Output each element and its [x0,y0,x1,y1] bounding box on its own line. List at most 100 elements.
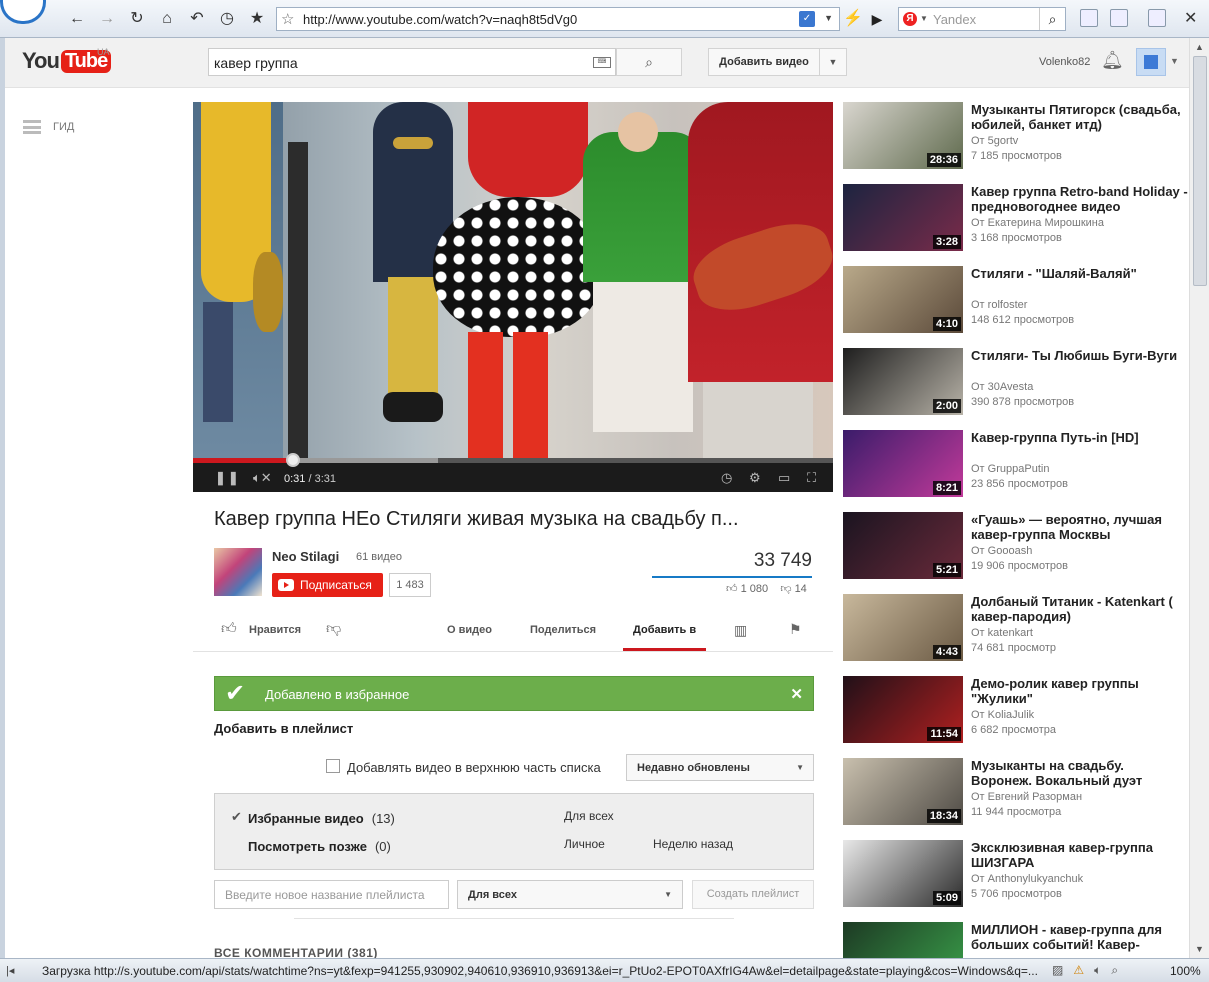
related-video-title[interactable]: Долбаный Титаник - Katenkart ( кавер-пар… [971,594,1188,624]
related-video-item[interactable]: 2:00 Стиляги- Ты Любишь Буги-Вуги От 30Ave… [843,348,1188,418]
related-video-title[interactable]: Демо-ролик кавер группы "Жулики" [971,676,1188,706]
video-thumbnail[interactable]: 4:10 [843,266,963,333]
thumbs-down-icon[interactable]: 👎︎ [326,620,341,638]
speaker-icon[interactable]: 🔈︎ [1094,963,1101,977]
related-video-title[interactable]: «Гуашь» — вероятно, лучшая кавер-группа … [971,512,1188,542]
scroll-up-icon[interactable]: ▲ [1195,42,1204,52]
translate-icon[interactable] [1148,9,1166,27]
progress-knob[interactable] [286,453,300,467]
scrollbar-thumb[interactable] [1193,56,1207,286]
undo-icon[interactable]: ↶ [186,8,208,30]
related-video-item[interactable]: 5:21 «Гуашь» — вероятно, лучшая кавер-гру… [843,512,1188,582]
video-thumbnail[interactable]: 3:28 [843,184,963,251]
search-input[interactable]: кавер группа ⌨ [208,48,616,76]
new-playlist-input[interactable]: Введите новое название плейлиста [214,880,449,909]
channel-name[interactable]: Neo Stilagi [272,549,339,564]
create-playlist-button[interactable]: Создать плейлист [692,880,814,909]
video-thumbnail[interactable]: 11:54 [843,676,963,743]
video-thumbnail[interactable]: 8:21 [843,430,963,497]
related-video-title[interactable]: Стиляги - "Шаляй-Валяй" [971,266,1188,281]
bell-icon[interactable]: 🔔︎ [1101,50,1124,71]
edit-icon[interactable] [1080,9,1098,27]
mute-icon[interactable]: 🔈︎✕ [253,470,272,486]
bolt-icon[interactable]: ⚡ [842,8,864,30]
video-frame[interactable] [193,102,833,460]
related-video-title[interactable]: Музыканты Пятигорск (свадьба, юбилей, ба… [971,102,1188,132]
related-video-title[interactable]: Стиляги- Ты Любишь Буги-Вуги [971,348,1188,363]
guide-button[interactable]: ГИД [23,118,74,136]
go-icon[interactable]: ▶ [866,8,888,30]
pause-icon[interactable]: ❚❚ [215,470,241,486]
theater-mode-icon[interactable]: ▭ [778,470,790,486]
zoom-level[interactable]: 100% [1170,964,1201,978]
chevron-down-icon[interactable]: ▼ [824,13,833,23]
bookmarks-icon[interactable]: ★ [246,8,268,30]
video-thumbnail[interactable]: 28:36 [843,102,963,169]
tab-add-to[interactable]: Добавить в [633,624,696,636]
sort-select[interactable]: Недавно обновлены ▼ [626,754,814,781]
related-video-item[interactable]: 18:34 Музыканты на свадьбу. Воронеж. Вока… [843,758,1188,828]
search-button[interactable]: ⌕ [616,48,682,76]
subscribe-button[interactable]: Подписаться [272,573,383,597]
video-thumbnail[interactable]: 5:21 [843,512,963,579]
chevron-down-icon[interactable]: ▼ [920,14,928,23]
refresh-icon[interactable]: ↻ [126,8,148,30]
warning-icon[interactable]: ⚠ [1073,963,1084,977]
tab-share[interactable]: Поделиться [530,624,596,636]
related-video-title[interactable]: Кавер-группа Путь-in [HD] [971,430,1188,445]
chevron-down-icon[interactable]: ▼ [1170,56,1179,66]
username[interactable]: Volenko82 [1039,56,1090,68]
related-video-title[interactable]: Эксклюзивная кавер-группа ШИЗГАРА [971,840,1188,870]
yandex-input[interactable]: Yandex [933,12,976,27]
screenshot-icon[interactable] [1110,9,1128,27]
search-icon[interactable]: ⌕ [1039,8,1065,30]
shield-icon[interactable]: ✓ [799,11,815,27]
address-text[interactable]: http://www.youtube.com/watch?v=naqh8t5dV… [303,12,577,27]
search-value[interactable]: кавер группа [214,55,298,71]
channel-avatar[interactable] [214,548,262,596]
add-to-top-label[interactable]: Добавлять видео в верхнюю часть списка [347,760,601,775]
gear-icon[interactable]: ⚙ [749,470,761,486]
related-video-title[interactable]: Музыканты на свадьбу. Воронеж. Вокальный… [971,758,1188,788]
scroll-down-icon[interactable]: ▼ [1195,944,1204,954]
related-video-item[interactable]: 4:43 Долбаный Титаник - Katenkart ( кавер… [843,594,1188,664]
stats-icon[interactable]: ▥ [734,622,747,639]
related-video-item[interactable]: 4:10 Стиляги - "Шаляй-Валяй" От rolfoster 1… [843,266,1188,336]
chevron-down-icon[interactable]: ▼ [819,48,847,76]
avatar[interactable] [1136,48,1166,76]
browser-menu-button[interactable] [0,0,46,24]
back-icon[interactable]: ← [66,8,88,30]
fullscreen-icon[interactable]: ⛶ [807,470,816,486]
flag-icon[interactable]: ⚑ [789,621,802,638]
watch-later-icon[interactable]: ◷ [721,470,732,486]
close-icon[interactable]: ✕ [1184,8,1197,28]
tab-about[interactable]: О видео [447,624,492,636]
like-button[interactable]: Нравится [249,624,301,636]
related-video-item[interactable]: 8:21 Кавер-группа Путь-in [HD] От GruppaPu… [843,430,1188,500]
new-playlist-privacy-select[interactable]: Для всех ▼ [457,880,683,909]
video-player[interactable]: ❚❚ 🔈︎✕ 0:31 / 3:31 ◷ ⚙ ▭ ⛶ [193,102,833,492]
related-video-title[interactable]: МИЛЛИОН - кавер-группа для больших событ… [971,922,1188,952]
video-thumbnail[interactable]: 4:43 [843,594,963,661]
forward-icon[interactable]: → [96,8,118,30]
playlist-row[interactable]: Посмотреть позже (0) Личное Неделю назад [215,835,813,859]
add-to-top-checkbox[interactable] [326,759,340,773]
zoom-icon[interactable]: ⌕ [1111,963,1118,977]
history-icon[interactable]: ◷ [216,8,238,30]
home-icon[interactable]: ⌂ [156,8,178,30]
related-video-item[interactable]: 5:09 Эксклюзивная кавер-группа ШИЗГАРА От … [843,840,1188,910]
yandex-logo-icon[interactable]: Я [903,12,917,26]
resize-icon[interactable]: |◂ [6,964,14,977]
related-video-item[interactable]: 28:36 Музыканты Пятигорск (свадьба, юбиле… [843,102,1188,172]
video-thumbnail[interactable]: 2:00 [843,348,963,415]
upload-button[interactable]: Добавить видео [708,48,820,76]
address-bar[interactable]: ☆ http://www.youtube.com/watch?v=naqh8t5… [276,7,840,31]
related-video-item[interactable]: 11:54 Демо-ролик кавер группы "Жулики" От … [843,676,1188,746]
close-icon[interactable]: ✕ [790,685,803,703]
thumbs-up-icon[interactable]: 👍︎ [221,620,237,638]
playlist-row[interactable]: ✔ Избранные видео (13) Для всех [215,807,813,831]
yandex-search-box[interactable]: Я ▼ Yandex ⌕ [898,7,1066,31]
vertical-scrollbar[interactable]: ▲ ▼ [1189,38,1209,958]
related-video-item[interactable]: 3:28 Кавер группа Retro-band Holiday - пр… [843,184,1188,254]
related-video-title[interactable]: Кавер группа Retro-band Holiday - предно… [971,184,1188,214]
